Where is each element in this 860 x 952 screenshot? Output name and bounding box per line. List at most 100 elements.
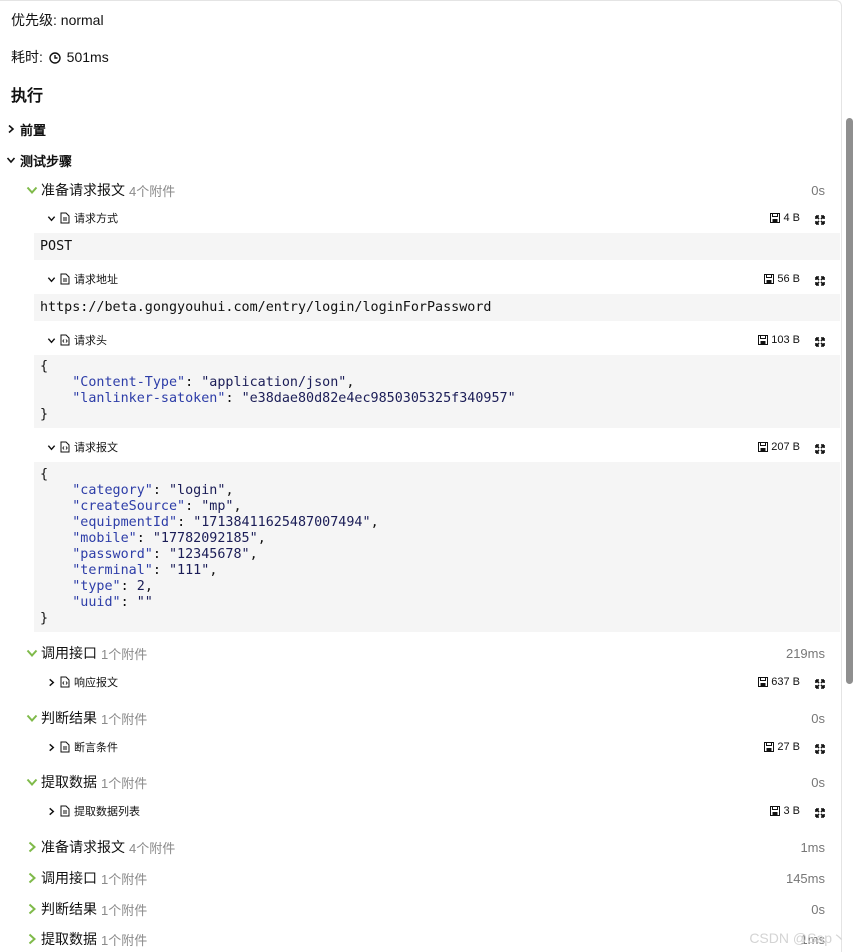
json-value: 2 <box>136 579 145 594</box>
json-line: "createSource": "mp", <box>72 499 242 514</box>
priority-text: 优先级: normal <box>11 12 104 28</box>
step-duration: 219ms <box>785 645 825 661</box>
json-line: "lanlinker-satoken": "e38dae80d82e4ec985… <box>72 391 516 406</box>
json-line: "mobile": "17782092185", <box>72 531 266 546</box>
chevron-down-icon <box>44 272 58 286</box>
chevron-right-icon <box>44 740 58 754</box>
json-content: { "Content-Type": "application/json", "l… <box>34 355 840 428</box>
expand-icon[interactable] <box>815 334 825 352</box>
json-key: "password" <box>72 547 153 562</box>
attachment-row[interactable]: 请求头 103 B <box>0 327 841 353</box>
code-file-icon <box>60 441 70 453</box>
duration-value: 501ms <box>66 49 109 65</box>
step-label: 调用接口 <box>41 645 97 661</box>
chevron-down-icon <box>25 775 39 789</box>
report-panel: 优先级: normal 耗时: 501ms 执行 前置 测试步骤 准备请求报文 … <box>0 0 842 952</box>
step-row[interactable]: 准备请求报文 4个附件 0s <box>0 177 841 203</box>
execution-heading: 执行 <box>11 88 44 105</box>
save-icon <box>758 335 769 345</box>
attachment-label: 响应报文 <box>74 677 118 689</box>
attachment-count: 4个附件 <box>129 183 176 199</box>
step-label: 判断结果 <box>41 710 97 726</box>
step-duration: 0s <box>811 901 825 917</box>
step-duration: 0s <box>811 182 825 198</box>
chevron-down-icon <box>44 333 58 347</box>
steps-section-label: 测试步骤 <box>20 153 73 169</box>
attachment-count: 1个附件 <box>101 711 148 727</box>
chevron-right-icon <box>4 122 18 136</box>
json-line: "Content-Type": "application/json", <box>72 375 355 390</box>
step-row[interactable]: 判断结果 1个附件 0s <box>0 705 841 731</box>
json-value: "12345678" <box>169 547 250 562</box>
step-row[interactable]: 提取数据 1个附件 1ms <box>0 926 841 952</box>
json-line: "equipmentId": "17138411625487007494", <box>72 515 379 530</box>
step-row[interactable]: 调用接口 1个附件 219ms <box>0 640 841 666</box>
save-icon <box>764 274 775 284</box>
attachment-size: 4 B <box>770 212 800 224</box>
json-key: "category" <box>72 483 153 498</box>
expand-icon[interactable] <box>815 273 825 291</box>
attachment-count: 1个附件 <box>101 775 148 791</box>
save-icon <box>758 442 769 452</box>
json-value: "" <box>136 595 153 610</box>
json-key: "Content-Type" <box>72 375 186 390</box>
attachment-size: 103 B <box>758 334 800 346</box>
json-key: "mobile" <box>72 531 137 546</box>
attachment-row[interactable]: 请求报文 207 B <box>0 434 841 460</box>
expand-icon[interactable] <box>815 805 825 823</box>
attachment-count: 1个附件 <box>101 871 148 887</box>
steps-section-toggle[interactable]: 测试步骤 <box>0 147 841 173</box>
chevron-down-icon <box>25 711 39 725</box>
attachment-label: 请求地址 <box>74 274 118 286</box>
json-value: "17782092185" <box>152 531 258 546</box>
watermark: CSDN @Sap丶 <box>749 930 846 946</box>
json-value: "111" <box>169 563 210 578</box>
expand-icon[interactable] <box>815 676 825 694</box>
attachment-row[interactable]: 提取数据列表 3 B <box>0 798 841 824</box>
chevron-down-icon <box>25 646 39 660</box>
save-icon <box>758 677 769 687</box>
chevron-right-icon <box>25 871 39 885</box>
expand-icon[interactable] <box>815 441 825 459</box>
attachment-count: 1个附件 <box>101 932 148 948</box>
chevron-down-icon <box>44 440 58 454</box>
chevron-right-icon <box>44 804 58 818</box>
attachment-count: 1个附件 <box>101 902 148 918</box>
json-line: "password": "12345678", <box>72 547 258 562</box>
step-duration: 0s <box>811 710 825 726</box>
attachment-row[interactable]: 断言条件 27 B <box>0 734 841 760</box>
attachment-row[interactable]: 响应报文 637 B <box>0 669 841 695</box>
json-key: "uuid" <box>72 595 121 610</box>
pre-section-toggle[interactable]: 前置 <box>0 116 841 142</box>
attachment-content: https://beta.gongyouhui.com/entry/login/… <box>34 294 840 321</box>
step-label: 提取数据 <box>41 931 97 947</box>
step-row[interactable]: 判断结果 1个附件 0s <box>0 896 841 922</box>
json-value: "login" <box>169 483 226 498</box>
step-duration: 0s <box>811 774 825 790</box>
attachment-label: 提取数据列表 <box>74 806 140 818</box>
chevron-right-icon <box>25 902 39 916</box>
attachment-label: 请求方式 <box>74 213 118 225</box>
code-file-icon <box>60 676 70 688</box>
step-row[interactable]: 准备请求报文 4个附件 1ms <box>0 834 841 860</box>
chevron-right-icon <box>25 932 39 946</box>
json-value: "application/json" <box>201 375 347 390</box>
file-icon <box>60 741 70 753</box>
file-icon <box>60 273 70 285</box>
step-label: 准备请求报文 <box>41 839 125 855</box>
step-duration: 145ms <box>785 870 825 886</box>
json-line: "terminal": "111", <box>72 563 218 578</box>
expand-icon[interactable] <box>815 741 825 759</box>
scrollbar-thumb[interactable] <box>846 118 853 684</box>
file-icon <box>60 212 70 224</box>
step-row[interactable]: 提取数据 1个附件 0s <box>0 769 841 795</box>
attachment-size: 27 B <box>764 741 800 753</box>
json-key: "terminal" <box>72 563 153 578</box>
chevron-right-icon <box>44 675 58 689</box>
step-row[interactable]: 调用接口 1个附件 145ms <box>0 865 841 891</box>
attachment-row[interactable]: 请求地址 56 B <box>0 266 841 292</box>
step-label: 调用接口 <box>41 870 97 886</box>
expand-icon[interactable] <box>815 212 825 230</box>
attachment-row[interactable]: 请求方式 4 B <box>0 205 841 231</box>
attachment-size: 56 B <box>764 273 800 285</box>
